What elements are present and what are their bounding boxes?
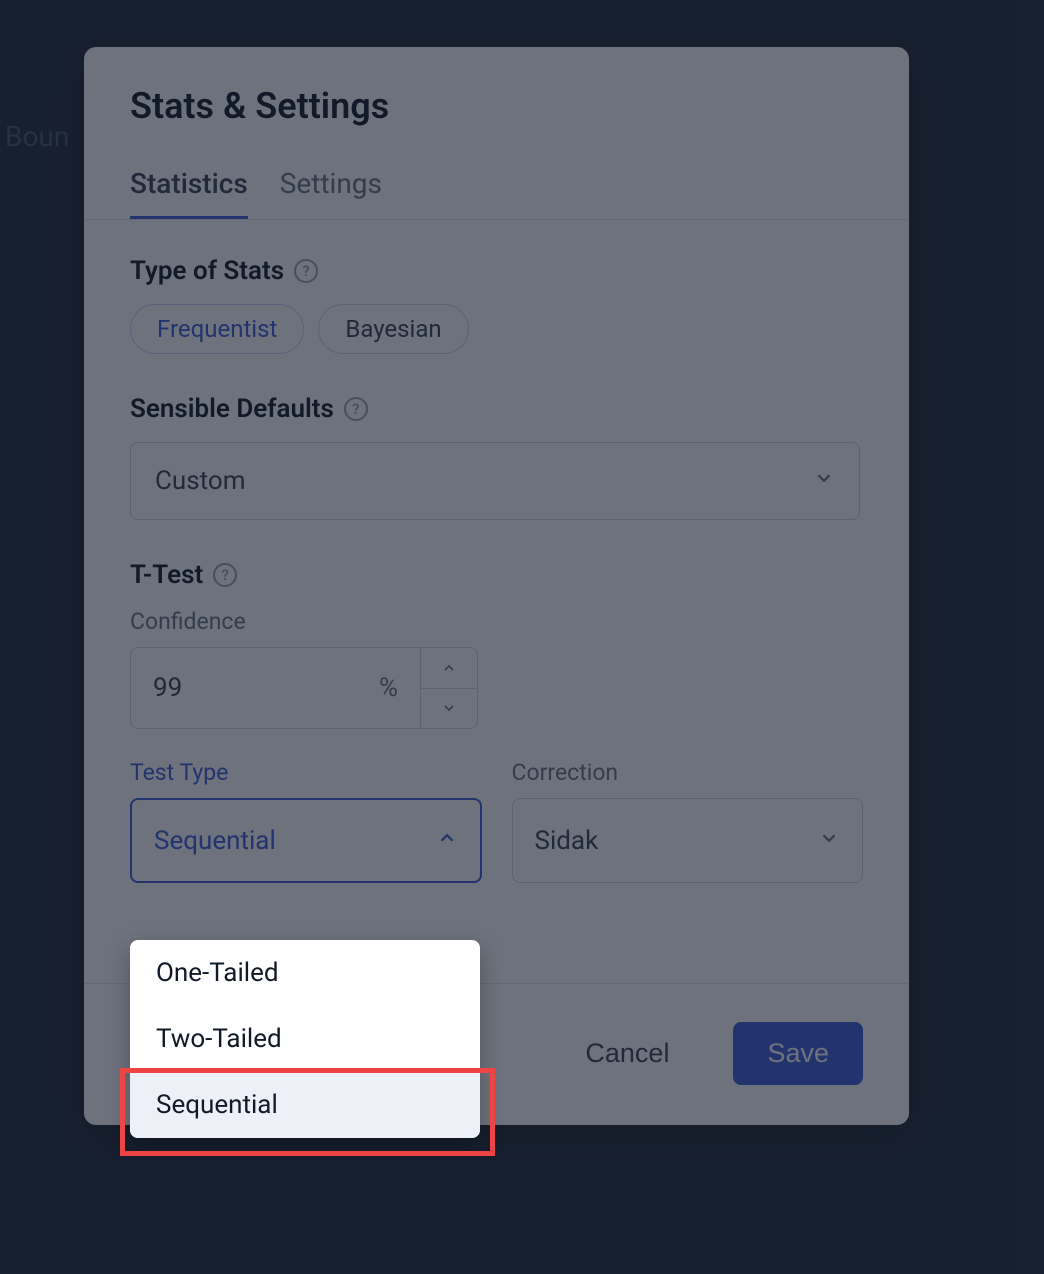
correction-value: Sidak: [535, 826, 599, 856]
correction-select[interactable]: Sidak: [512, 798, 864, 883]
help-icon[interactable]: ?: [294, 259, 318, 283]
type-of-stats-text: Type of Stats: [130, 256, 284, 286]
sensible-defaults-value: Custom: [155, 466, 246, 496]
ttest-text: T-Test: [130, 560, 203, 590]
stepper-down-button[interactable]: [421, 689, 477, 729]
background-truncated-text: Boun: [5, 120, 69, 153]
correction-label: Correction: [512, 759, 864, 786]
sensible-defaults-text: Sensible Defaults: [130, 394, 334, 424]
test-type-value: Sequential: [154, 826, 276, 856]
confidence-field: 99 %: [130, 647, 863, 729]
dropdown-option-sequential[interactable]: Sequential: [130, 1072, 480, 1138]
confidence-value: 99: [153, 673, 182, 703]
type-of-stats-options: Frequentist Bayesian: [130, 304, 863, 354]
sensible-defaults-select[interactable]: Custom: [130, 442, 860, 520]
cancel-button[interactable]: Cancel: [551, 1022, 703, 1085]
modal-content: Type of Stats ? Frequentist Bayesian Sen…: [84, 220, 909, 893]
chevron-down-icon: [813, 466, 835, 496]
tab-statistics[interactable]: Statistics: [130, 155, 248, 219]
test-type-select[interactable]: Sequential: [130, 798, 482, 883]
tab-settings[interactable]: Settings: [280, 155, 382, 219]
save-button[interactable]: Save: [733, 1022, 863, 1085]
dropdown-option-two-tailed[interactable]: Two-Tailed: [130, 1006, 480, 1072]
confidence-label: Confidence: [130, 608, 863, 635]
test-type-dropdown: One-Tailed Two-Tailed Sequential: [130, 940, 480, 1138]
chevron-down-icon: [818, 826, 840, 856]
sensible-defaults-label: Sensible Defaults ?: [130, 394, 863, 424]
modal-title: Stats & Settings: [84, 47, 909, 155]
dropdown-option-one-tailed[interactable]: One-Tailed: [130, 940, 480, 1006]
help-icon[interactable]: ?: [344, 397, 368, 421]
stepper-up-button[interactable]: [421, 648, 477, 689]
type-of-stats-label: Type of Stats ?: [130, 256, 863, 286]
correction-col: Correction Sidak: [512, 759, 864, 883]
test-correction-row: Test Type Sequential Correction Sidak: [130, 759, 863, 883]
chevron-up-icon: [436, 826, 458, 856]
tab-bar: Statistics Settings: [84, 155, 909, 220]
help-icon[interactable]: ?: [213, 563, 237, 587]
confidence-input[interactable]: 99 %: [130, 647, 420, 729]
test-type-col: Test Type Sequential: [130, 759, 482, 883]
confidence-stepper: [420, 647, 478, 729]
test-type-label: Test Type: [130, 759, 482, 786]
ttest-label: T-Test ?: [130, 560, 863, 590]
option-bayesian[interactable]: Bayesian: [318, 304, 468, 354]
confidence-unit: %: [379, 673, 398, 703]
option-frequentist[interactable]: Frequentist: [130, 304, 304, 354]
